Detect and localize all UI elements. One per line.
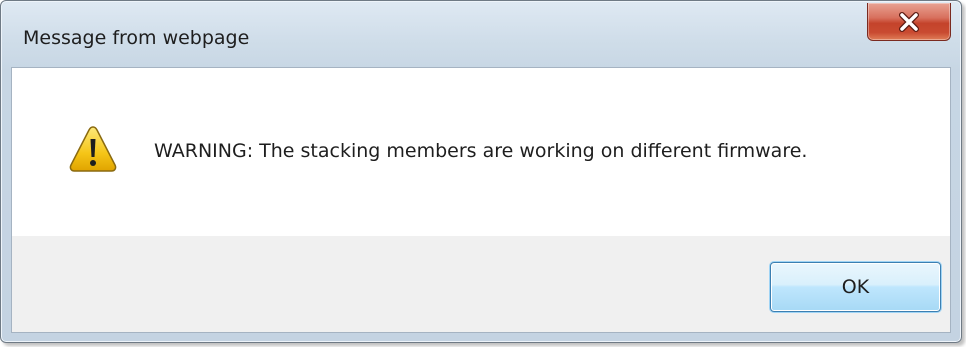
- dialog-window: Message from webpage WARNING: The stacki…: [0, 0, 962, 343]
- button-area: OK: [12, 236, 950, 332]
- ok-button[interactable]: OK: [770, 262, 941, 312]
- close-icon: [899, 11, 919, 32]
- warning-icon: [69, 126, 117, 172]
- content-panel: WARNING: The stacking members are workin…: [11, 67, 951, 333]
- close-button[interactable]: [867, 3, 951, 41]
- titlebar[interactable]: Message from webpage: [1, 1, 961, 67]
- dialog-title: Message from webpage: [23, 27, 250, 49]
- message-text: WARNING: The stacking members are workin…: [154, 140, 808, 162]
- message-area: WARNING: The stacking members are workin…: [12, 68, 950, 236]
